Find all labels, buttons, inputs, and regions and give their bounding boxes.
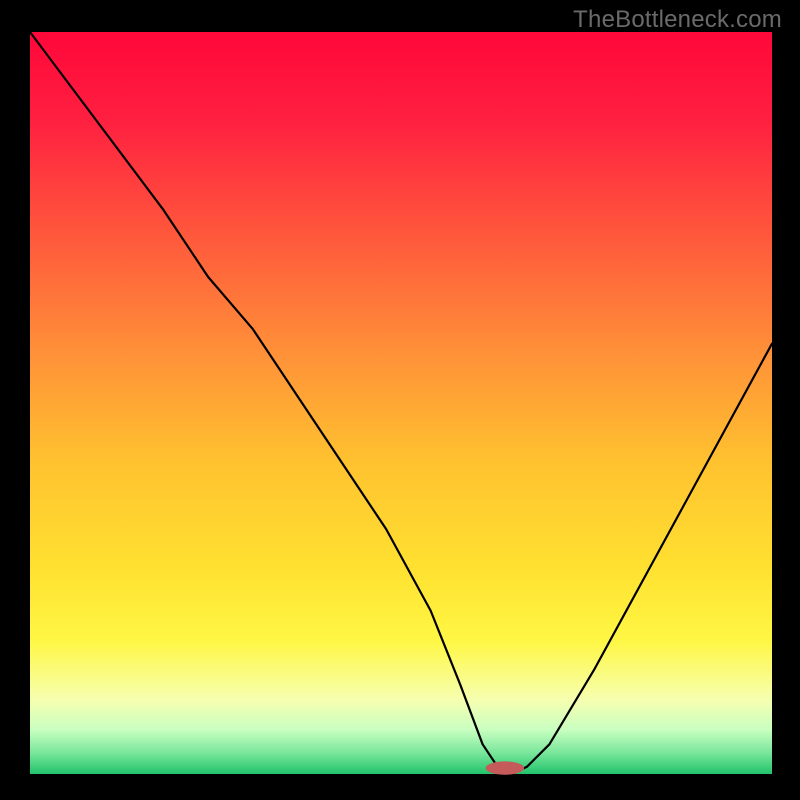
chart-frame: TheBottleneck.com: [0, 0, 800, 800]
optimal-point-marker: [486, 761, 525, 774]
chart-background-gradient: [30, 32, 772, 774]
bottleneck-chart: [0, 0, 800, 800]
watermark-text: TheBottleneck.com: [573, 6, 782, 34]
